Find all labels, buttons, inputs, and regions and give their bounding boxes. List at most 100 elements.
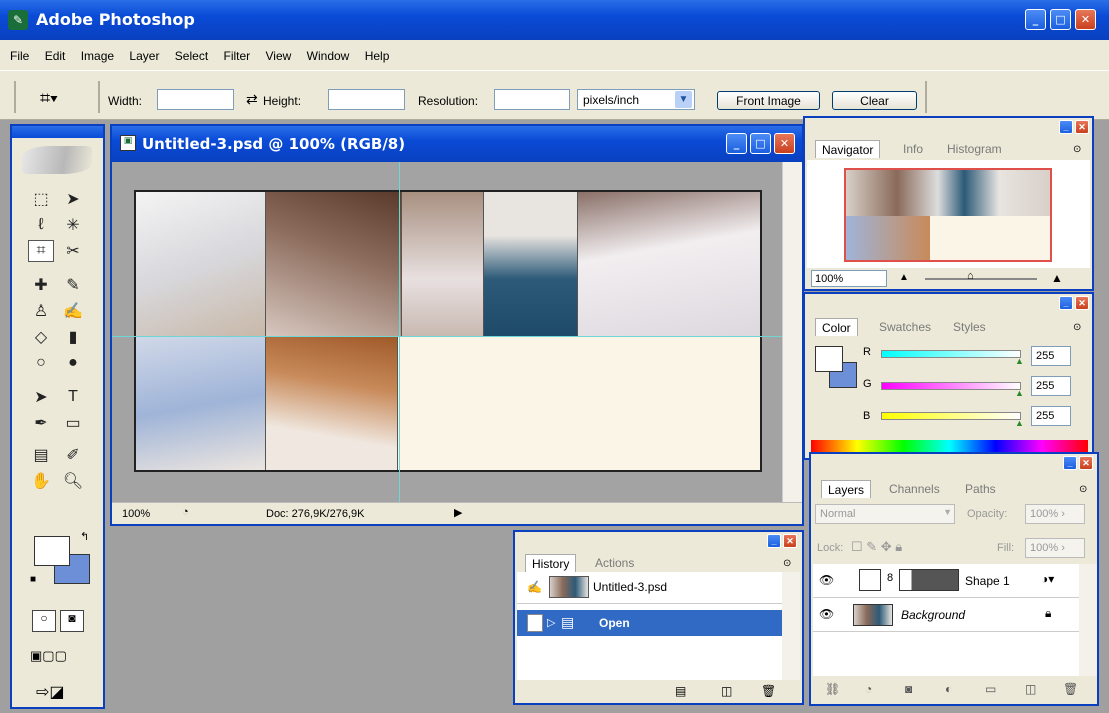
zoom-value[interactable]: 100% <box>122 508 150 520</box>
layer-row[interactable]: 👁︎ 8 Shape 1 ◑▾ <box>813 564 1079 598</box>
new-document-from-state-icon[interactable]: ▤ <box>675 684 686 698</box>
tab-navigator[interactable]: Navigator <box>815 140 881 158</box>
vertical-scrollbar[interactable] <box>782 162 802 502</box>
blend-mode-select[interactable]: Normal ▼ <box>815 504 955 524</box>
zoom-in-icon[interactable]: ▲ <box>1051 271 1063 285</box>
navigator-zoom-slider[interactable] <box>925 278 1037 280</box>
zoom-slider-thumb-icon[interactable]: ⌂ <box>967 270 974 282</box>
swap-colors-icon[interactable]: ↰ <box>80 530 89 543</box>
eyedropper-tool-icon[interactable]: ✐ <box>60 444 86 466</box>
zoom-out-icon[interactable]: ▲ <box>899 272 909 283</box>
width-input[interactable] <box>157 89 234 110</box>
menu-help[interactable]: Help <box>365 49 390 63</box>
menu-select[interactable]: Select <box>175 49 208 63</box>
clone-stamp-tool-icon[interactable]: ♙ <box>28 300 54 322</box>
minimize-button[interactable]: _ <box>1025 9 1046 30</box>
layers-minimize-button[interactable]: _ <box>1063 456 1077 470</box>
delete-state-icon[interactable]: 🗑︎ <box>761 684 776 698</box>
eye-icon[interactable]: 👁︎ <box>819 573 834 587</box>
history-brush-tool-icon[interactable]: ✍ <box>60 300 86 322</box>
new-group-icon[interactable]: ▭ <box>985 682 996 696</box>
layers-scrollbar[interactable] <box>1079 564 1097 676</box>
move-tool-icon[interactable]: ➤ <box>60 188 86 210</box>
nav-minimize-button[interactable]: _ <box>1059 120 1073 134</box>
healing-brush-tool-icon[interactable]: ✚ <box>28 274 54 296</box>
chevron-down-icon[interactable]: ▼ <box>675 91 692 108</box>
tab-paths[interactable]: Paths <box>959 480 1002 498</box>
tab-actions[interactable]: Actions <box>589 554 640 572</box>
status-icon[interactable]: ◔ <box>182 506 189 518</box>
history-brush-source-icon[interactable]: ✍ <box>527 580 542 594</box>
tab-layers[interactable]: Layers <box>821 480 872 498</box>
navigator-zoom-input[interactable]: 100% <box>811 270 887 287</box>
zoom-tool-icon[interactable]: 🔍︎ <box>60 470 86 492</box>
history-snapshot-row[interactable]: ✍ Untitled-3.psd <box>517 572 782 604</box>
notes-tool-icon[interactable]: ▤ <box>28 444 54 466</box>
brush-tool-icon[interactable]: ✎ <box>60 274 86 296</box>
menu-layer[interactable]: Layer <box>129 49 159 63</box>
panel-menu-icon[interactable]: ⊙ <box>1073 322 1081 333</box>
b-slider[interactable] <box>881 412 1021 420</box>
layer-row[interactable]: 👁︎ Background 🔒︎ <box>813 598 1079 632</box>
maximize-button[interactable]: □ <box>1050 9 1071 30</box>
resolution-input[interactable] <box>494 89 570 110</box>
lasso-tool-icon[interactable]: ℓ <box>28 214 54 236</box>
layer-style-icon[interactable]: ◑▾ <box>1041 572 1054 586</box>
eraser-tool-icon[interactable]: ◇ <box>28 326 54 348</box>
crop-tool-preset-icon[interactable]: ⌗▾ <box>40 88 58 109</box>
tab-styles[interactable]: Styles <box>947 318 992 336</box>
magic-wand-tool-icon[interactable]: ✳ <box>60 214 86 236</box>
tab-info[interactable]: Info <box>897 140 929 158</box>
doc-minimize-button[interactable]: _ <box>726 133 747 154</box>
opacity-input[interactable]: 100% › <box>1025 504 1085 524</box>
slice-tool-icon[interactable]: ✂ <box>60 240 86 262</box>
menu-file[interactable]: File <box>10 49 29 63</box>
color-minimize-button[interactable]: _ <box>1059 296 1073 310</box>
swap-icon[interactable]: ⇄ <box>246 91 258 108</box>
panel-menu-icon[interactable]: ⊙ <box>1079 484 1087 495</box>
menu-view[interactable]: View <box>266 49 292 63</box>
g-slider[interactable] <box>881 382 1021 390</box>
tab-histogram[interactable]: Histogram <box>941 140 1008 158</box>
image-canvas[interactable] <box>134 190 762 472</box>
quick-mask-mode-icon[interactable]: ◙ <box>60 610 84 632</box>
shape-tool-icon[interactable]: ▭ <box>60 412 86 434</box>
panel-menu-icon[interactable]: ⊙ <box>1073 144 1081 155</box>
jump-to-imageready-icon[interactable]: ⇨◪ <box>36 682 65 702</box>
lock-icons[interactable]: ☐ ✎ ✥ 🔒︎ <box>851 539 902 555</box>
standard-mode-icon[interactable]: ○ <box>32 610 56 632</box>
history-scrollbar[interactable] <box>782 572 800 680</box>
type-tool-icon[interactable]: T <box>60 386 86 408</box>
front-image-button[interactable]: Front Image <box>717 91 820 110</box>
units-select[interactable]: pixels/inch ▼ <box>577 89 695 110</box>
nav-close-button[interactable]: ✕ <box>1075 120 1089 134</box>
hand-tool-icon[interactable]: ✋ <box>28 470 54 492</box>
screen-mode-icons[interactable]: ▣▢▢ <box>30 648 90 668</box>
tab-history[interactable]: History <box>525 554 577 572</box>
gradient-tool-icon[interactable]: ▮ <box>60 326 86 348</box>
new-snapshot-icon[interactable]: ◫ <box>721 684 732 698</box>
b-slider-thumb-icon[interactable]: ▲ <box>1015 418 1024 428</box>
color-close-button[interactable]: ✕ <box>1075 296 1089 310</box>
delete-layer-icon[interactable]: 🗑︎ <box>1063 682 1078 696</box>
r-value[interactable]: 255 <box>1031 346 1071 366</box>
clear-button[interactable]: Clear <box>832 91 917 110</box>
state-checkbox[interactable] <box>527 614 543 632</box>
navigator-thumbnail[interactable] <box>844 168 1052 262</box>
history-close-button[interactable]: ✕ <box>783 534 797 548</box>
default-colors-icon[interactable]: ■ <box>30 574 36 585</box>
tab-color[interactable]: Color <box>815 318 858 336</box>
chevron-down-icon[interactable]: ▼ <box>943 507 952 517</box>
menu-edit[interactable]: Edit <box>45 49 66 63</box>
pen-tool-icon[interactable]: ✒ <box>28 412 54 434</box>
new-adjustment-layer-icon[interactable]: ◐ <box>945 682 952 696</box>
history-state-row[interactable]: ▷ ▤ Open <box>517 610 782 636</box>
close-button[interactable]: ✕ <box>1075 9 1096 30</box>
color-fg-swatch[interactable] <box>815 346 843 372</box>
crop-tool-icon[interactable]: ⌗ <box>28 240 54 262</box>
dodge-tool-icon[interactable]: ● <box>60 352 86 374</box>
fill-input[interactable]: 100% › <box>1025 538 1085 558</box>
tab-swatches[interactable]: Swatches <box>873 318 937 336</box>
status-menu-arrow-icon[interactable]: ▶ <box>454 506 462 519</box>
r-slider-thumb-icon[interactable]: ▲ <box>1015 356 1024 366</box>
